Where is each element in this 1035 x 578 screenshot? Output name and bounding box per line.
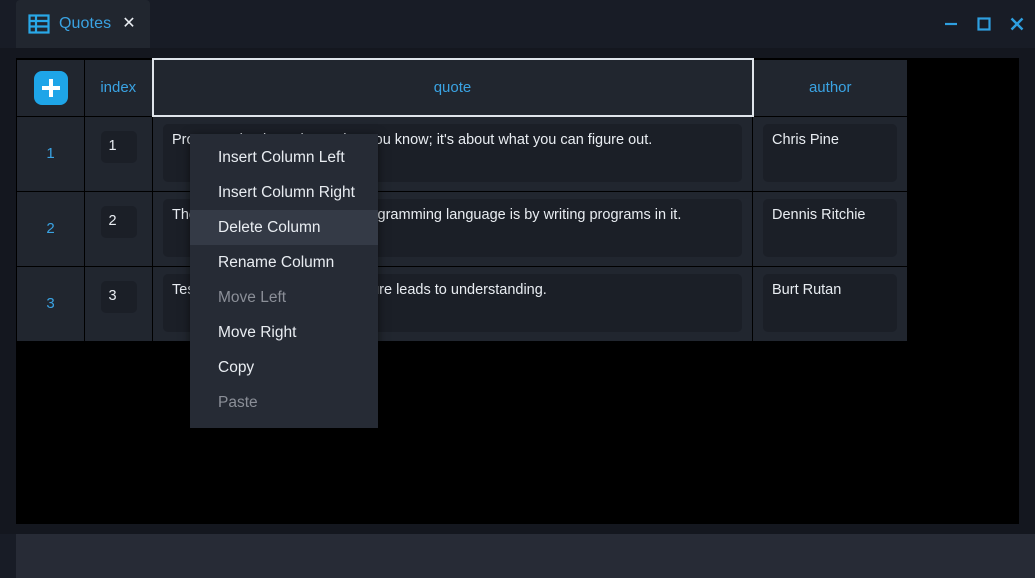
- table-row: 1 1 Programming isn't about what you kno…: [16, 115, 908, 192]
- cell-index[interactable]: 2: [84, 190, 153, 267]
- index-input[interactable]: 3: [100, 280, 137, 313]
- cell-index[interactable]: 3: [84, 265, 153, 342]
- tab-label: Quotes: [59, 15, 112, 32]
- index-input[interactable]: 1: [100, 130, 137, 163]
- column-header-index[interactable]: index: [84, 58, 153, 117]
- menu-item-paste: Paste: [218, 393, 258, 411]
- row-header[interactable]: 1: [16, 115, 85, 192]
- menu-item-copy[interactable]: Copy: [190, 350, 378, 385]
- cell-author[interactable]: Chris Pine: [752, 115, 908, 192]
- add-row-button-cell[interactable]: [16, 58, 85, 117]
- window-controls: [943, 16, 1025, 32]
- menu-item-move-left: Move Left: [218, 288, 287, 306]
- row-header[interactable]: 3: [16, 265, 85, 342]
- content-area: index quote author 1 1 Programming isn't…: [0, 48, 1035, 534]
- menu-item-insert-column-left[interactable]: Insert Column Left: [190, 140, 378, 175]
- tab-close-icon[interactable]: ✕: [122, 16, 135, 32]
- column-header-author[interactable]: author: [752, 58, 908, 117]
- menu-item-rename-column[interactable]: Rename Column: [190, 245, 378, 280]
- menu-item-move-right[interactable]: Move Right: [190, 315, 378, 350]
- table-grid-icon: [28, 13, 50, 35]
- maximize-icon[interactable]: [976, 16, 992, 32]
- table-header-row: index quote author: [16, 58, 908, 117]
- table-row: 3 3 Testing leads to failure, and failur…: [16, 265, 908, 342]
- cell-index[interactable]: 1: [84, 115, 153, 192]
- data-table: index quote author 1 1 Programming isn't…: [16, 58, 908, 342]
- title-bar: Quotes ✕: [0, 0, 1035, 48]
- cell-author[interactable]: Burt Rutan: [752, 265, 908, 342]
- row-header[interactable]: 2: [16, 190, 85, 267]
- spreadsheet-canvas: index quote author 1 1 Programming isn't…: [16, 58, 1019, 524]
- minimize-icon[interactable]: [943, 16, 959, 32]
- cell-author[interactable]: Dennis Ritchie: [752, 190, 908, 267]
- plus-icon[interactable]: [33, 70, 68, 105]
- menu-item-insert-column-right[interactable]: Insert Column Right: [190, 175, 378, 210]
- author-input[interactable]: Burt Rutan: [763, 273, 897, 332]
- tab-quotes[interactable]: Quotes ✕: [16, 0, 150, 48]
- author-input[interactable]: Chris Pine: [763, 123, 897, 182]
- close-icon[interactable]: [1009, 16, 1025, 32]
- index-input[interactable]: 2: [100, 205, 137, 238]
- menu-item-delete-column[interactable]: Delete Column: [190, 210, 378, 245]
- table-row: 2 2 The only way to learn a new programm…: [16, 190, 908, 267]
- status-bar: [0, 534, 1035, 578]
- column-context-menu: Insert Column Left Insert Column Right D…: [190, 134, 378, 428]
- app-window: Quotes ✕ index quote author 1 1 Programm…: [0, 0, 1035, 578]
- author-input[interactable]: Dennis Ritchie: [763, 198, 897, 257]
- column-header-quote[interactable]: quote: [151, 58, 754, 117]
